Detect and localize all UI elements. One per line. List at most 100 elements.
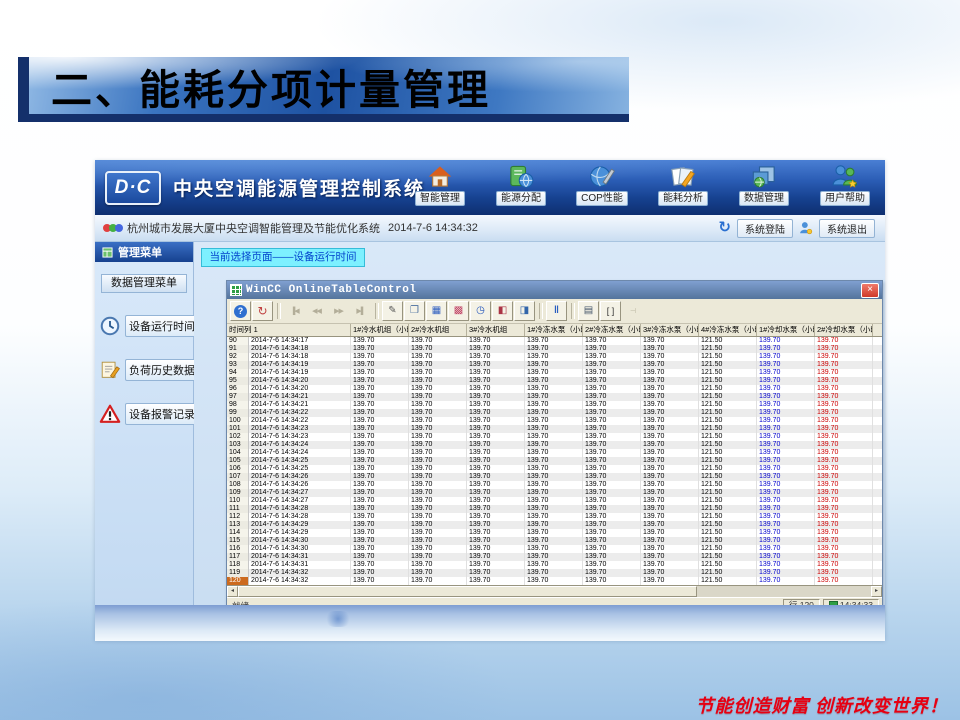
column-header[interactable]: 3#冷水机组 (467, 324, 525, 336)
nav-button-smart-management[interactable]: 智能管理 (408, 163, 472, 206)
table-cell[interactable]: 2014-7-6 14:34:30 (249, 537, 351, 545)
table-cell[interactable]: 120 (227, 577, 249, 585)
table-cell[interactable]: 112 (227, 513, 249, 521)
table-cell[interactable]: 139.70 (641, 353, 699, 361)
table-cell[interactable]: 139.70 (351, 545, 409, 553)
table-cell[interactable]: 139.70 (525, 417, 583, 425)
table-cell[interactable]: 139.70 (467, 521, 525, 529)
table-cell[interactable]: 139.70 (641, 481, 699, 489)
table-cell[interactable]: 139.70 (583, 489, 641, 497)
table-cell[interactable]: 139.70 (467, 393, 525, 401)
table-cell[interactable]: 139.70 (351, 537, 409, 545)
table-cell[interactable]: 139.70 (409, 377, 467, 385)
column-header[interactable]: 2#冷冻水泵（小时） (583, 324, 641, 336)
table-cell[interactable]: 139.70 (525, 449, 583, 457)
table-cell[interactable]: 121.50 (699, 345, 757, 353)
table-cell[interactable]: 139.70 (641, 489, 699, 497)
table-cell[interactable]: 139.70 (641, 361, 699, 369)
table-cell[interactable]: 121.50 (699, 489, 757, 497)
column-header[interactable]: 1#冷水机组（小时） (351, 324, 409, 336)
nav-button-user-help[interactable]: 用户帮助 (813, 163, 877, 206)
table-cell[interactable]: 139.70 (409, 369, 467, 377)
table-row[interactable]: 972014-7-6 14:34:21139.70139.70139.70139… (227, 393, 882, 401)
table-cell[interactable]: 121.50 (699, 457, 757, 465)
table-cell[interactable]: 2014-7-6 14:34:19 (249, 369, 351, 377)
table-cell[interactable]: 2014-7-6 14:34:31 (249, 553, 351, 561)
table-cell[interactable]: 139.70 (351, 441, 409, 449)
table-cell[interactable]: 139.70 (815, 561, 873, 569)
table-cell[interactable]: 121.50 (699, 577, 757, 585)
table-cell[interactable]: 139.70 (641, 569, 699, 577)
table-cell[interactable]: 139.70 (467, 433, 525, 441)
table-cell[interactable]: 139.70 (641, 537, 699, 545)
table-cell[interactable]: 139.70 (583, 377, 641, 385)
table-cell[interactable]: 139.70 (467, 561, 525, 569)
table-cell[interactable]: 139.70 (757, 377, 815, 385)
table-row[interactable]: 1182014-7-6 14:34:31139.70139.70139.7013… (227, 561, 882, 569)
table-cell[interactable]: 139.70 (583, 545, 641, 553)
table-cell[interactable]: 99 (227, 409, 249, 417)
table-cell[interactable]: 139.70 (757, 409, 815, 417)
table-cell[interactable]: 139.70 (351, 529, 409, 537)
table-cell[interactable]: 139.70 (467, 377, 525, 385)
table-cell[interactable]: 139.70 (351, 369, 409, 377)
table-cell[interactable]: 139.70 (815, 473, 873, 481)
copy-icon[interactable]: ❐ (404, 301, 425, 321)
table-cell[interactable]: 139.70 (641, 529, 699, 537)
table-cell[interactable]: 139.70 (351, 505, 409, 513)
table-cell[interactable]: 121.50 (699, 377, 757, 385)
column-header[interactable]: 1#冷冻水泵（小时） (525, 324, 583, 336)
table-cell[interactable]: 139.70 (409, 489, 467, 497)
table-cell[interactable]: 139.70 (467, 409, 525, 417)
table-cell[interactable]: 121.50 (699, 441, 757, 449)
table-cell[interactable]: 139.70 (757, 545, 815, 553)
table-cell[interactable]: 139.70 (351, 489, 409, 497)
table-cell[interactable]: 139.70 (525, 425, 583, 433)
table-row[interactable]: 1082014-7-6 14:34:26139.70139.70139.7013… (227, 481, 882, 489)
table-cell[interactable]: 139.70 (467, 481, 525, 489)
table-cell[interactable]: 139.70 (641, 505, 699, 513)
table-cell[interactable]: 139.70 (815, 537, 873, 545)
table-cell[interactable]: 139.70 (467, 441, 525, 449)
table-cell[interactable]: 117 (227, 553, 249, 561)
table-cell[interactable]: 139.70 (757, 465, 815, 473)
table-cell[interactable]: 98 (227, 401, 249, 409)
column-header[interactable]: 2#冷却水泵（小时） (815, 324, 873, 336)
table-cell[interactable]: 139.70 (641, 521, 699, 529)
nav-button-cop-performance[interactable]: COP性能 (570, 163, 634, 206)
table-cell[interactable]: 121.50 (699, 433, 757, 441)
table-cell[interactable]: 139.70 (409, 521, 467, 529)
table-cell[interactable]: 2014-7-6 14:34:29 (249, 529, 351, 537)
table-cell[interactable]: 139.70 (409, 441, 467, 449)
table-cell[interactable]: 139.70 (467, 337, 525, 345)
table-row[interactable]: 1202014-7-6 14:34:32139.70139.70139.7013… (227, 577, 882, 585)
table-cell[interactable]: 121.50 (699, 449, 757, 457)
table-cell[interactable]: 139.70 (757, 337, 815, 345)
table-cell[interactable]: 113 (227, 521, 249, 529)
table-cell[interactable]: 139.70 (525, 545, 583, 553)
table-cell[interactable]: 2014-7-6 14:34:32 (249, 577, 351, 585)
table-row[interactable]: 1072014-7-6 14:34:26139.70139.70139.7013… (227, 473, 882, 481)
table-cell[interactable]: 110 (227, 497, 249, 505)
scrollbar-thumb[interactable] (238, 586, 697, 597)
close-icon[interactable]: × (861, 283, 879, 298)
table-cell[interactable]: 139.70 (583, 425, 641, 433)
table-cell[interactable]: 2014-7-6 14:34:22 (249, 417, 351, 425)
table-cell[interactable]: 139.70 (525, 561, 583, 569)
table-cell[interactable]: 139.70 (815, 481, 873, 489)
table-cell[interactable]: 139.70 (583, 353, 641, 361)
table-row[interactable]: 1022014-7-6 14:34:23139.70139.70139.7013… (227, 433, 882, 441)
table-cell[interactable]: 139.70 (467, 353, 525, 361)
table-cell[interactable]: 101 (227, 425, 249, 433)
table-cell[interactable]: 121.50 (699, 417, 757, 425)
table-cell[interactable]: 2014-7-6 14:34:30 (249, 545, 351, 553)
table-cell[interactable]: 139.70 (583, 473, 641, 481)
table-cell[interactable]: 139.70 (351, 433, 409, 441)
table-cell[interactable]: 2014-7-6 14:34:21 (249, 401, 351, 409)
print-icon[interactable]: ▤ (578, 301, 599, 321)
table-cell[interactable]: 94 (227, 369, 249, 377)
table-cell[interactable]: 139.70 (641, 561, 699, 569)
table-cell[interactable]: 139.70 (815, 521, 873, 529)
sidebar-item-load-history[interactable]: 负荷历史数据 (99, 359, 193, 381)
table-cell[interactable]: 90 (227, 337, 249, 345)
